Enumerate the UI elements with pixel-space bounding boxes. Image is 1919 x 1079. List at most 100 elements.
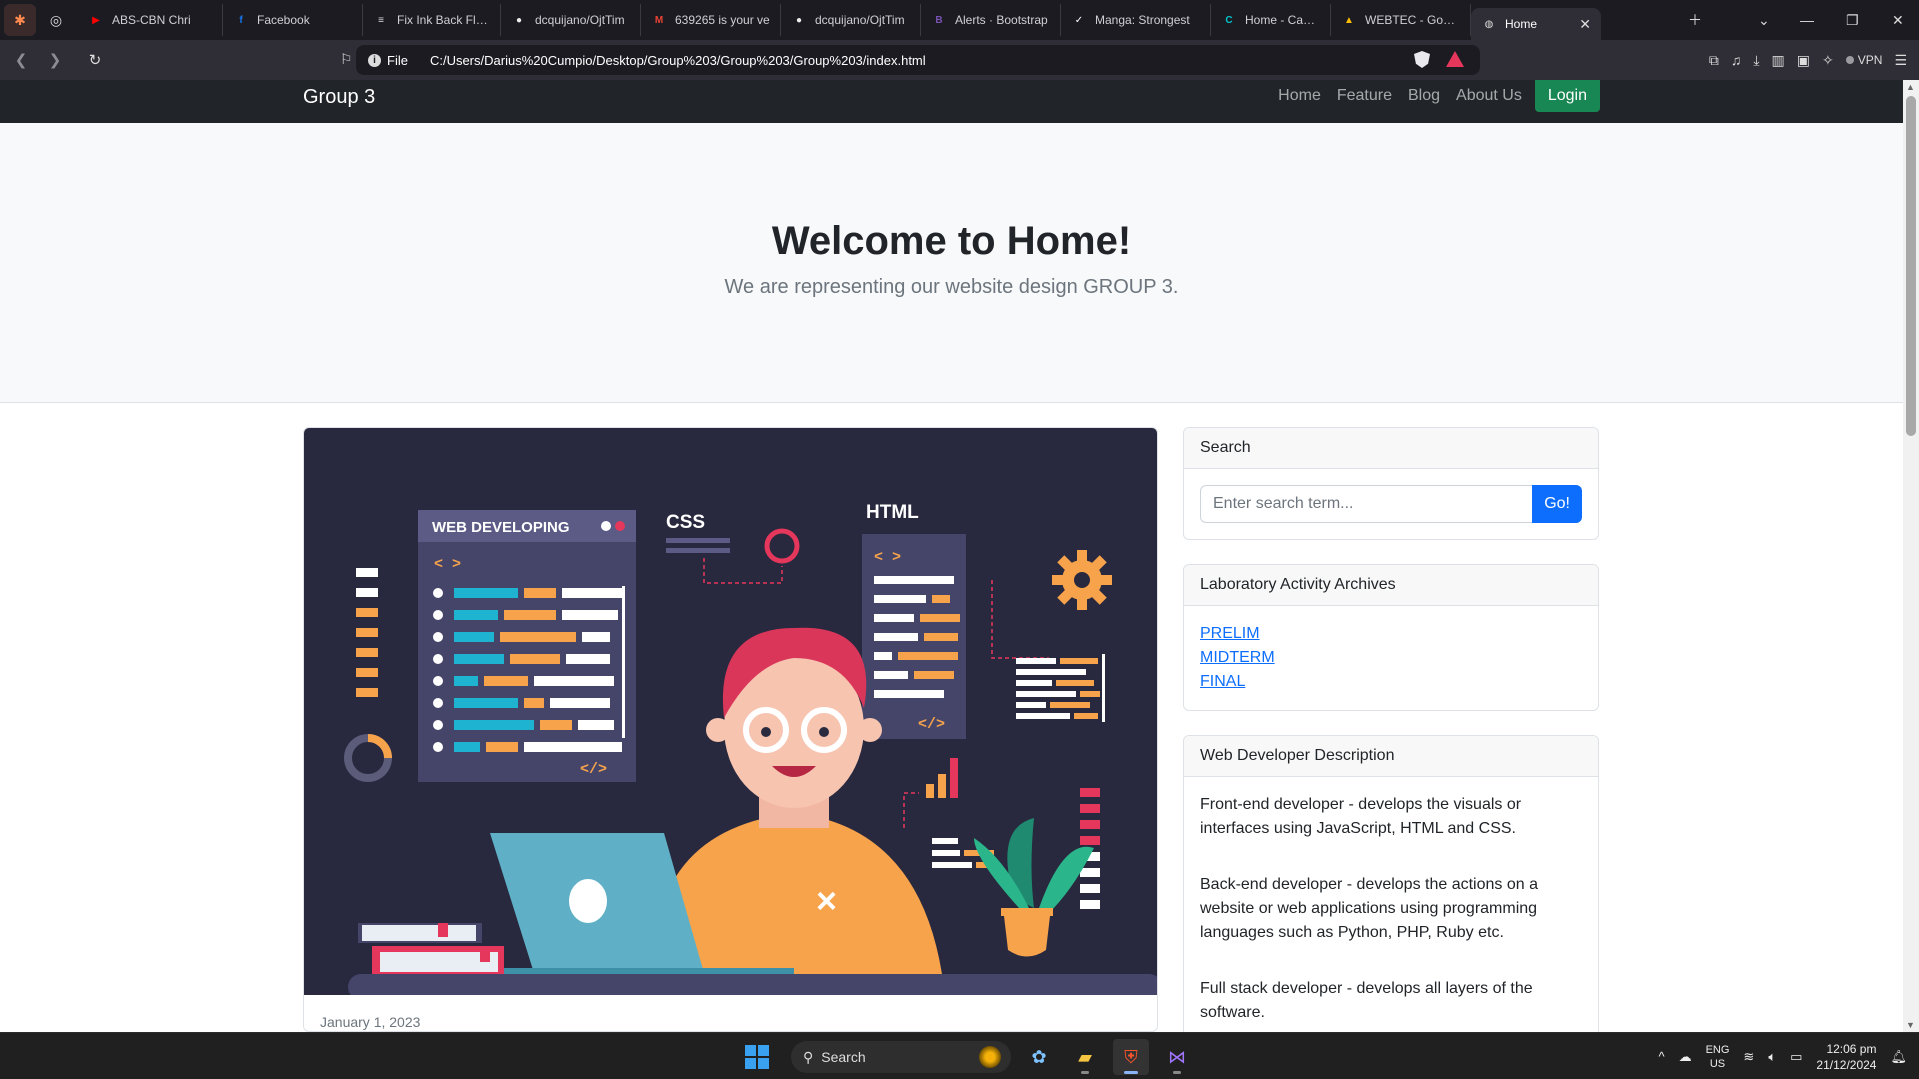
tab-title: Home - Canva <box>1245 13 1320 27</box>
forward-button[interactable]: ❯ <box>42 47 68 73</box>
browser-tab[interactable]: B Alerts · Bootstrap <box>921 4 1061 36</box>
tab-title: Alerts · Bootstrap <box>955 13 1048 27</box>
menu-icon[interactable]: ☰ <box>1894 52 1907 69</box>
tab-home-active[interactable]: ◍ Home ✕ <box>1471 8 1601 40</box>
visual-studio-icon[interactable]: ⋈ <box>1159 1039 1195 1075</box>
browser-tab[interactable]: ▶ ABS-CBN Chri <box>78 4 223 36</box>
lang-code: ENG <box>1705 1043 1730 1056</box>
archive-link-midterm[interactable]: MIDTERM <box>1200 646 1582 670</box>
taskbar-search-label: Search <box>821 1049 866 1065</box>
gear-icon <box>1052 550 1112 610</box>
brave-taskbar-icon[interactable]: ⛨ <box>1113 1039 1149 1075</box>
featured-post-card[interactable]: WEB DEVELOPING < > </> CSS HTML < > </> … <box>303 427 1158 1032</box>
clock-time: 12:06 pm <box>1826 1041 1877 1056</box>
hero-section: Welcome to Home! We are representing our… <box>0 123 1903 403</box>
archive-link-final[interactable]: FINAL <box>1200 670 1582 694</box>
tab-title: ABS-CBN Chri <box>112 13 191 27</box>
download-icon[interactable]: ⤓ <box>1753 52 1759 69</box>
tray-chevron-icon[interactable]: ^ <box>1658 1049 1664 1064</box>
new-tab-button[interactable]: ＋ <box>1688 0 1702 40</box>
wifi-icon[interactable]: ≋ <box>1743 1049 1754 1065</box>
scroll-down-icon[interactable]: ▼ <box>1906 1020 1915 1030</box>
brave-menu-icon[interactable]: ✱ <box>4 4 36 36</box>
browser-tab[interactable]: f Facebook <box>223 4 363 36</box>
brave-rewards-icon[interactable] <box>1446 51 1464 67</box>
search-input[interactable] <box>1200 485 1533 523</box>
address-bar[interactable]: ⚐ i File C:/Users/Darius%20Cumpio/Deskto… <box>340 45 1480 75</box>
tab-title: Manga: Strongest <box>1095 13 1190 27</box>
tab-title: dcquijano/OjtTim <box>535 13 625 27</box>
tab-search-icon[interactable]: ◎ <box>40 4 72 36</box>
tab-title: Home <box>1505 17 1538 31</box>
language-indicator[interactable]: ENG US <box>1706 1043 1730 1071</box>
login-button[interactable]: Login <box>1534 80 1600 112</box>
taskbar-search[interactable]: ⚲ Search <box>791 1041 1011 1073</box>
search-widget: Search Go! <box>1183 427 1599 540</box>
wallet-icon[interactable]: ▣ <box>1797 52 1810 69</box>
url-text[interactable]: C:/Users/Darius%20Cumpio/Desktop/Group%2… <box>430 53 926 68</box>
back-button[interactable]: ❮ <box>8 47 34 73</box>
onedrive-off-icon[interactable]: ☁ <box>1679 1049 1692 1065</box>
nav-feature[interactable]: Feature <box>1329 87 1400 105</box>
browser-tab-bar: ✱ ◎ ▶ ABS-CBN Chri f Facebook ≡ Fix Ink Back … <box>0 0 1919 40</box>
gmail-icon: M <box>654 14 664 26</box>
scroll-thumb[interactable] <box>1906 96 1916 436</box>
css-label: CSS <box>666 512 705 533</box>
extensions-icon[interactable]: ⧉ <box>1709 52 1719 69</box>
browser-tab[interactable]: ● dcquijano/OjtTim <box>781 4 921 36</box>
description-item: Back-end developer - develops the action… <box>1200 876 1538 941</box>
lang-region: US <box>1709 1057 1726 1070</box>
hero-title: Welcome to Home! <box>771 219 1132 263</box>
web-developing-panel: WEB DEVELOPING < > </> <box>418 510 636 782</box>
archive-link-prelim[interactable]: PRELIM <box>1200 622 1582 646</box>
tab-title: Facebook <box>257 13 310 27</box>
vpn-label: VPN <box>1857 53 1883 67</box>
sidebar-icon[interactable]: ▥ <box>1772 52 1785 69</box>
brave-shield-icon[interactable] <box>1414 51 1430 68</box>
site-info-button[interactable]: i File <box>368 53 408 68</box>
nav-home[interactable]: Home <box>1270 87 1329 105</box>
search-icon: ⚲ <box>803 1048 814 1065</box>
page-viewport: Group 3 Home Feature Blog About Us Login… <box>0 80 1903 1032</box>
page-icon: ≡ <box>378 14 384 26</box>
page-scrollbar[interactable]: ▲ ▼ <box>1903 80 1919 1032</box>
site-brand[interactable]: Group 3 <box>303 86 375 109</box>
description-item: Front-end developer - develops the visua… <box>1200 796 1522 837</box>
browser-tab[interactable]: M 639265 is your ve <box>641 4 781 36</box>
close-tab-icon[interactable]: ✕ <box>1559 16 1591 33</box>
facebook-icon: f <box>239 14 243 26</box>
clock[interactable]: 12:06 pm 21/12/2024 <box>1816 1041 1876 1073</box>
svg-text:</>: </> <box>918 716 945 733</box>
search-highlight-icon <box>979 1046 1001 1068</box>
battery-icon[interactable]: ▭ <box>1790 1049 1802 1065</box>
reload-button[interactable]: ↻ <box>82 47 108 73</box>
post-date: January 1, 2023 <box>320 1014 421 1030</box>
tab-list-chevron-icon[interactable]: ⌄ <box>1758 0 1770 40</box>
nav-blog[interactable]: Blog <box>1400 87 1448 105</box>
bookmark-icon[interactable]: ⚐ <box>340 51 353 68</box>
minimize-button[interactable]: — <box>1800 0 1814 40</box>
description-item: Full stack developer - develops all laye… <box>1200 980 1533 1021</box>
browser-tab[interactable]: ✓ Manga: Strongest <box>1061 4 1211 36</box>
clock-date: 21/12/2024 <box>1816 1057 1877 1072</box>
github-icon: ● <box>795 14 803 26</box>
browser-tab[interactable]: ≡ Fix Ink Back Flow <box>363 4 501 36</box>
media-icon[interactable]: ♫ <box>1731 52 1742 68</box>
browser-tab[interactable]: ● dcquijano/OjtTim <box>501 4 641 36</box>
file-explorer-icon[interactable]: ▰ <box>1067 1039 1103 1075</box>
browser-tab[interactable]: ▲ WEBTEC - Google <box>1331 4 1471 36</box>
nav-about-us[interactable]: About Us <box>1448 87 1530 105</box>
volume-icon[interactable]: 🔈︎ <box>1768 1049 1776 1065</box>
vpn-button[interactable]: VPN <box>1846 53 1883 67</box>
leo-ai-icon[interactable]: ✧ <box>1822 52 1834 69</box>
restore-button[interactable]: ❐ <box>1846 0 1859 40</box>
web-developer-illustration[interactable]: WEB DEVELOPING < > </> CSS HTML < > </> … <box>304 428 1157 995</box>
browser-tab[interactable]: C Home - Canva <box>1211 4 1331 36</box>
go-button[interactable]: Go! <box>1532 485 1582 523</box>
svg-text:< >: < > <box>434 556 461 573</box>
windows-start-icon[interactable] <box>745 1045 769 1069</box>
close-window-button[interactable]: ✕ <box>1892 0 1904 40</box>
notification-bell-icon[interactable]: 🔔︎ <box>1890 1049 1907 1065</box>
copilot-icon[interactable]: ✿ <box>1021 1039 1057 1075</box>
scroll-up-icon[interactable]: ▲ <box>1906 82 1915 92</box>
